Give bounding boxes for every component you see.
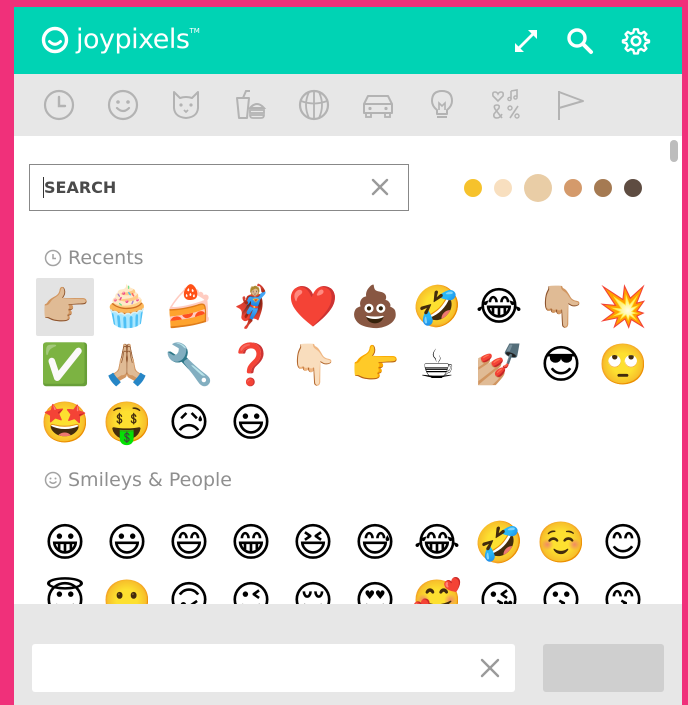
emoji-button[interactable]: 🤩 bbox=[36, 394, 94, 452]
emoji-button[interactable]: 🤣 bbox=[408, 278, 466, 336]
section-title-text: Smileys & People bbox=[68, 469, 232, 491]
expand-icon bbox=[515, 30, 537, 52]
smiley-icon bbox=[44, 471, 62, 489]
cat-face-icon bbox=[172, 91, 200, 119]
emoji-button[interactable]: 😌 bbox=[284, 572, 342, 604]
expand-button[interactable] bbox=[510, 25, 542, 57]
skin-tone-2[interactable] bbox=[494, 179, 512, 197]
section-title-people: Smileys & People bbox=[44, 467, 232, 493]
emoji-button[interactable]: 🙃 bbox=[160, 572, 218, 604]
emoji-button[interactable]: 😙 bbox=[594, 572, 652, 604]
emoji-button[interactable]: 😄 bbox=[160, 514, 218, 572]
category-bar bbox=[14, 74, 682, 136]
footer-input-wrap bbox=[32, 644, 515, 692]
category-travel[interactable] bbox=[361, 88, 395, 122]
submit-button[interactable] bbox=[543, 644, 664, 692]
category-smileys[interactable] bbox=[106, 88, 140, 122]
emoji-button[interactable]: 😂 bbox=[470, 278, 528, 336]
emoji-button[interactable]: 😉 bbox=[222, 572, 280, 604]
emoji-scroll-area[interactable]: Recents 👉🏼🧁🍰🦸🏼❤️💩🤣😂👇🏼💥✅🙏🏼🔧❓👇🏻👉☕💅🏼😎🙄🤩🤑😥😃 … bbox=[14, 136, 682, 604]
scrollbar-thumb[interactable] bbox=[670, 140, 678, 162]
flag-icon bbox=[558, 91, 584, 120]
emoji-button[interactable]: ❓ bbox=[222, 336, 280, 394]
skin-tone-1[interactable] bbox=[464, 179, 482, 197]
emoji-button[interactable]: 😘 bbox=[470, 572, 528, 604]
selected-emoji-input[interactable] bbox=[32, 644, 472, 692]
emoji-button[interactable]: 🙂 bbox=[98, 572, 156, 604]
emoji-button[interactable]: 😀 bbox=[36, 514, 94, 572]
category-flags[interactable] bbox=[553, 88, 587, 122]
emoji-button[interactable]: 👉🏼 bbox=[36, 278, 94, 336]
emoji-button[interactable]: ❤️ bbox=[284, 278, 342, 336]
emoji-button[interactable]: 💩 bbox=[346, 278, 404, 336]
basketball-icon bbox=[298, 89, 330, 121]
settings-button[interactable] bbox=[620, 25, 652, 57]
logo-text: joypixels bbox=[76, 24, 190, 55]
emoji-button[interactable]: 🙄 bbox=[594, 336, 652, 394]
emoji-button[interactable]: 😇 bbox=[36, 572, 94, 604]
emoji-button[interactable]: 🤑 bbox=[98, 394, 156, 452]
skin-tone-6[interactable] bbox=[624, 179, 642, 197]
emoji-button[interactable]: 😊 bbox=[594, 514, 652, 572]
emoji-button[interactable]: 🍰 bbox=[160, 278, 218, 336]
search-icon bbox=[567, 28, 593, 54]
emoji-button[interactable]: 🦸🏼 bbox=[222, 278, 280, 336]
emoji-button[interactable]: 💅🏼 bbox=[470, 336, 528, 394]
section-title-text: Recents bbox=[68, 247, 144, 269]
emoji-button[interactable]: 😍 bbox=[346, 572, 404, 604]
logo: joypixels TM bbox=[40, 23, 200, 57]
skin-tone-4[interactable] bbox=[564, 179, 582, 197]
emoji-button[interactable]: 😗 bbox=[532, 572, 590, 604]
symbols-icon bbox=[491, 89, 520, 119]
category-animals[interactable] bbox=[169, 88, 203, 122]
emoji-button[interactable]: 😅 bbox=[346, 514, 404, 572]
emoji-button[interactable]: 😁 bbox=[222, 514, 280, 572]
car-icon bbox=[363, 95, 393, 118]
lightbulb-icon bbox=[431, 90, 453, 118]
skin-tone-5[interactable] bbox=[594, 179, 612, 197]
emoji-button[interactable]: 👉 bbox=[346, 336, 404, 394]
emoji-button[interactable]: 🥰 bbox=[408, 572, 466, 604]
search-box bbox=[29, 164, 409, 211]
clear-search-icon[interactable] bbox=[370, 177, 390, 197]
emoji-button[interactable]: ☺️ bbox=[532, 514, 590, 572]
section-title-recents: Recents bbox=[44, 245, 144, 271]
category-symbols[interactable] bbox=[489, 88, 523, 122]
emoji-button[interactable]: 😃 bbox=[222, 394, 280, 452]
category-objects[interactable] bbox=[425, 88, 459, 122]
emoji-button[interactable]: 😂 bbox=[408, 514, 466, 572]
gear-icon bbox=[621, 28, 651, 55]
search-button[interactable] bbox=[564, 25, 596, 57]
emoji-button[interactable]: 🙏🏼 bbox=[98, 336, 156, 394]
emoji-button[interactable]: ☕ bbox=[408, 336, 466, 394]
smiley-icon bbox=[107, 89, 139, 121]
emoji-button[interactable]: 😥 bbox=[160, 394, 218, 452]
logo-trademark: TM bbox=[189, 27, 200, 35]
skin-tone-3[interactable] bbox=[524, 174, 552, 202]
emoji-button[interactable]: ✅ bbox=[36, 336, 94, 394]
emoji-button[interactable]: 🔧 bbox=[160, 336, 218, 394]
emoji-button[interactable]: 🤣 bbox=[470, 514, 528, 572]
category-recents[interactable] bbox=[42, 88, 76, 122]
drink-burger-icon bbox=[236, 90, 267, 119]
clear-input-icon[interactable] bbox=[479, 657, 501, 679]
clock-icon bbox=[43, 89, 75, 121]
footer bbox=[14, 604, 682, 705]
emoji-button[interactable]: 💥 bbox=[594, 278, 652, 336]
emoji-button[interactable]: 👇🏻 bbox=[284, 336, 342, 394]
emoji-button[interactable]: 😎 bbox=[532, 336, 590, 394]
emoji-picker: joypixels TM SEARCH Recents 👉🏼 🧁 🍰 🦸🏼 ❤️… bbox=[14, 7, 682, 705]
joypixels-logo-icon bbox=[41, 26, 69, 54]
category-food[interactable] bbox=[233, 88, 267, 122]
emoji-button[interactable]: 😆 bbox=[284, 514, 342, 572]
clock-icon bbox=[44, 249, 62, 267]
category-activity[interactable] bbox=[297, 88, 331, 122]
header: joypixels TM bbox=[14, 7, 682, 74]
emoji-button[interactable]: 😃 bbox=[98, 514, 156, 572]
skin-tone-selector bbox=[464, 174, 654, 202]
search-input[interactable] bbox=[30, 165, 360, 210]
emoji-button[interactable]: 🧁 bbox=[98, 278, 156, 336]
text-cursor bbox=[43, 177, 44, 198]
emoji-button[interactable]: 👇🏼 bbox=[532, 278, 590, 336]
